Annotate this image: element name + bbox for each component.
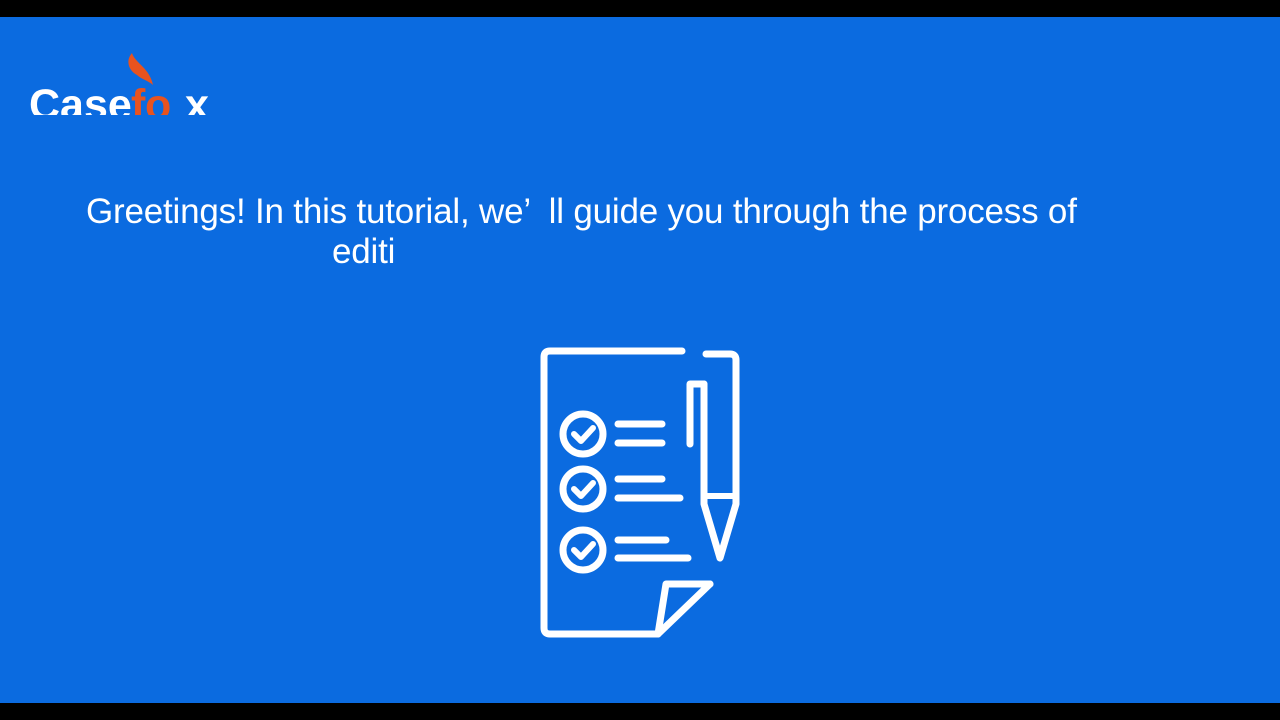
- checklist-row-3: [559, 526, 692, 574]
- pen-icon: [700, 350, 740, 562]
- checklist-clipboard-with-pen-icon: [530, 344, 752, 640]
- video-frame: Case f o x Greetings! In this tutorial, …: [0, 17, 1280, 703]
- svg-text:f: f: [131, 81, 146, 115]
- caption-line-2: editi: [332, 232, 396, 271]
- checklist-row-2: [559, 465, 684, 513]
- svg-text:Case: Case: [29, 81, 132, 115]
- casefox-logo: Case f o x: [29, 35, 229, 115]
- checklist-row-1: [559, 410, 666, 458]
- logo-wordmark: Case f o x: [29, 81, 209, 115]
- svg-text:x: x: [185, 81, 209, 115]
- svg-text:o: o: [145, 81, 171, 115]
- letterbox-top: [0, 0, 1280, 17]
- paper-outline: [540, 347, 714, 638]
- letterbox-bottom: [0, 703, 1280, 720]
- caption-line-1: Greetings! In this tutorial, we’ ll guid…: [86, 192, 1077, 231]
